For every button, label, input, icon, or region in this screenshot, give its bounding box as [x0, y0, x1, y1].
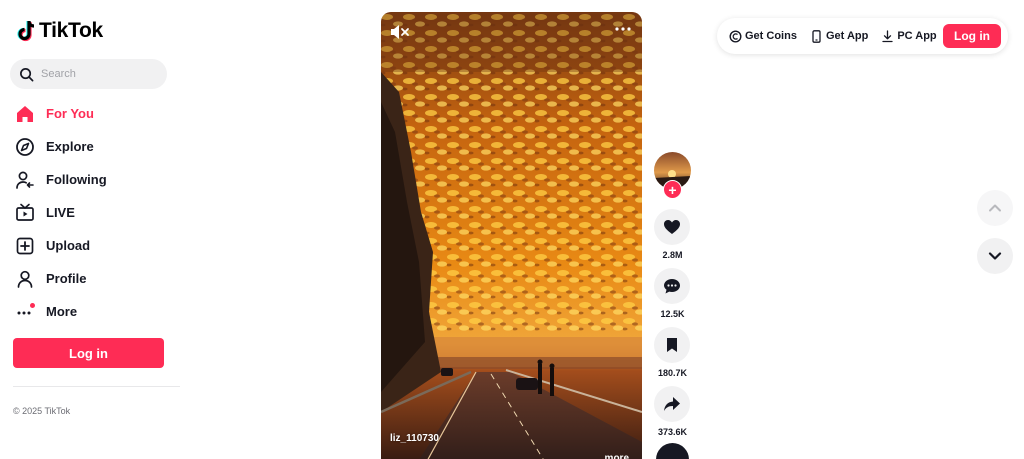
get-app-label: Get App — [825, 30, 869, 42]
chevron-up-icon — [989, 204, 1001, 212]
nav-label: Explore — [46, 139, 94, 154]
heart-icon — [664, 220, 680, 234]
get-coins-label: Get Coins — [745, 30, 797, 42]
video-frame-sunset-road — [381, 12, 642, 459]
comment-action: 12.5K — [654, 268, 691, 319]
search-input[interactable] — [41, 68, 161, 80]
share-action: 373.6K — [654, 386, 691, 437]
notification-dot — [30, 302, 35, 308]
nav-item-live[interactable]: LIVE — [14, 196, 174, 229]
nav-label: LIVE — [46, 205, 75, 220]
like-count: 2.8M — [662, 250, 683, 260]
chevron-down-icon — [988, 252, 1002, 260]
nav-label: For You — [46, 106, 94, 121]
live-tv-icon — [14, 202, 36, 224]
sidebar-login-button[interactable]: Log in — [13, 338, 164, 368]
home-icon — [14, 103, 36, 125]
coin-icon — [729, 29, 742, 43]
top-login-button[interactable]: Log in — [943, 24, 1001, 48]
compass-icon — [14, 136, 36, 158]
save-button[interactable] — [654, 327, 690, 363]
like-action: 2.8M — [654, 209, 691, 260]
logo-wordmark: TikTok — [39, 19, 103, 42]
more-options-icon[interactable] — [614, 24, 632, 34]
tiktok-logo[interactable]: TikTok — [16, 19, 103, 43]
profile-icon — [14, 268, 36, 290]
nav-item-upload[interactable]: Upload — [14, 229, 174, 262]
nav-item-following[interactable]: Following — [14, 163, 174, 196]
download-icon — [882, 29, 893, 42]
music-disc-icon[interactable] — [656, 443, 689, 459]
pc-app-label: PC App — [897, 30, 937, 42]
comment-count: 12.5K — [660, 309, 685, 319]
top-action-bar: Get Coins Get App PC App Log in — [717, 18, 1008, 54]
follow-button[interactable]: + — [663, 180, 682, 199]
share-button[interactable] — [654, 386, 690, 422]
tiktok-logo-icon — [17, 20, 35, 42]
nav-item-for-you[interactable]: For You — [14, 97, 174, 130]
nav-label: Following — [46, 172, 107, 187]
caption-more-link[interactable]: more — [605, 453, 629, 459]
previous-video-button[interactable] — [977, 190, 1013, 226]
nav-item-more[interactable]: More — [14, 295, 174, 328]
pc-app-link[interactable]: PC App — [881, 29, 937, 43]
sidebar-divider — [13, 386, 180, 387]
search-box[interactable] — [10, 59, 167, 89]
nav-item-explore[interactable]: Explore — [14, 130, 174, 163]
upload-plus-icon — [14, 235, 36, 257]
video-author-name[interactable]: liz_110730 — [390, 433, 439, 444]
nav-label: More — [46, 304, 78, 319]
get-app-link[interactable]: Get App — [810, 29, 869, 43]
search-icon — [20, 67, 34, 81]
save-action: 180.7K — [654, 327, 691, 378]
comment-icon — [664, 279, 680, 294]
next-video-button[interactable] — [977, 238, 1013, 274]
main-nav: For You Explore Following LIVE Upload Pr… — [14, 97, 174, 328]
nav-item-profile[interactable]: Profile — [14, 262, 174, 295]
nav-label: Profile — [46, 271, 87, 286]
bookmark-icon — [667, 338, 677, 352]
share-arrow-icon — [664, 397, 680, 411]
comment-button[interactable] — [654, 268, 690, 304]
get-coins-link[interactable]: Get Coins — [729, 29, 797, 43]
phone-icon — [812, 29, 821, 43]
more-dots-icon — [14, 301, 36, 323]
save-count: 180.7K — [657, 368, 688, 378]
mute-icon[interactable] — [390, 24, 410, 40]
following-icon — [14, 169, 36, 191]
video-player[interactable]: liz_110730 more — [381, 12, 642, 459]
nav-label: Upload — [46, 238, 91, 253]
sidebar: TikTok For You Explore Following — [0, 0, 180, 459]
like-button[interactable] — [654, 209, 690, 245]
share-count: 373.6K — [657, 427, 688, 437]
copyright-text: © 2025 TikTok — [13, 406, 71, 416]
